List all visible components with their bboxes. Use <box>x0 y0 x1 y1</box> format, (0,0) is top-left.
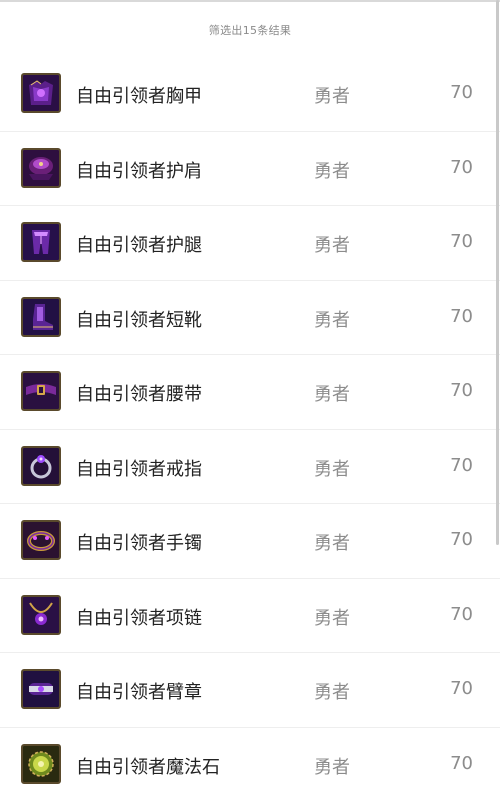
leg-armor-icon <box>21 222 61 262</box>
item-class: 勇者 <box>314 160 350 182</box>
item-level: 70 <box>450 156 473 178</box>
item-name: 自由引领者臂章 <box>76 682 202 703</box>
ring-icon <box>21 445 61 486</box>
item-class: 勇者 <box>314 533 350 554</box>
item-class: 勇者 <box>314 682 350 703</box>
item-name: 自由引领者护腿 <box>76 235 202 256</box>
item-level: 70 <box>450 678 473 699</box>
bracelet-icon <box>21 520 61 560</box>
list-item[interactable]: 自由引领者臂章 勇者 70 <box>0 653 500 728</box>
item-level: 70 <box>450 305 473 327</box>
necklace-icon <box>21 594 61 635</box>
item-name: 自由引领者短靴 <box>76 309 202 331</box>
item-level: 70 <box>450 454 473 476</box>
top-divider <box>0 0 500 2</box>
armband-icon <box>21 669 61 709</box>
item-name: 自由引领者项链 <box>76 607 202 629</box>
item-name: 自由引领者腰带 <box>76 384 202 405</box>
list-item[interactable]: 自由引领者短靴 勇者 70 <box>0 281 500 355</box>
item-name: 自由引领者魔法石 <box>76 756 220 778</box>
item-level: 70 <box>450 82 473 103</box>
item-class: 勇者 <box>314 309 350 331</box>
item-level: 70 <box>450 380 473 401</box>
boots-icon <box>21 296 61 337</box>
list-item[interactable]: 自由引领者手镯 勇者 70 <box>0 504 500 579</box>
item-class: 勇者 <box>314 384 350 405</box>
item-level: 70 <box>450 752 473 774</box>
scrollbar[interactable] <box>496 0 499 545</box>
list-item[interactable]: 自由引领者魔法石 勇者 70 <box>0 728 500 801</box>
magic-stone-icon <box>21 743 61 784</box>
item-level: 70 <box>450 603 473 625</box>
list-item[interactable]: 自由引领者腰带 勇者 70 <box>0 355 500 430</box>
item-name: 自由引领者手镯 <box>76 533 202 554</box>
item-list-page: 筛选出15条结果 自由引领者胸甲 勇者 70 自由引领者护肩 勇者 70 自由引… <box>0 0 500 801</box>
item-class: 勇者 <box>314 86 350 107</box>
item-name: 自由引领者戒指 <box>76 458 202 480</box>
shoulder-armor-icon <box>21 147 61 188</box>
item-name: 自由引领者胸甲 <box>76 86 202 107</box>
list-item[interactable]: 自由引领者项链 勇者 70 <box>0 579 500 653</box>
belt-icon <box>21 371 61 411</box>
item-class: 勇者 <box>314 607 350 629</box>
item-level: 70 <box>450 231 473 252</box>
item-list: 自由引领者胸甲 勇者 70 自由引领者护肩 勇者 70 自由引领者护腿 勇者 7… <box>0 57 500 801</box>
item-class: 勇者 <box>314 235 350 256</box>
chest-armor-icon <box>21 73 61 113</box>
list-item[interactable]: 自由引领者戒指 勇者 70 <box>0 430 500 504</box>
item-class: 勇者 <box>314 458 350 480</box>
item-level: 70 <box>450 529 473 550</box>
item-class: 勇者 <box>314 756 350 778</box>
result-count-label: 筛选出15条结果 <box>208 24 292 37</box>
list-item[interactable]: 自由引领者胸甲 勇者 70 <box>0 57 500 132</box>
list-item[interactable]: 自由引领者护腿 勇者 70 <box>0 206 500 281</box>
list-item[interactable]: 自由引领者护肩 勇者 70 <box>0 132 500 206</box>
item-name: 自由引领者护肩 <box>76 160 202 182</box>
